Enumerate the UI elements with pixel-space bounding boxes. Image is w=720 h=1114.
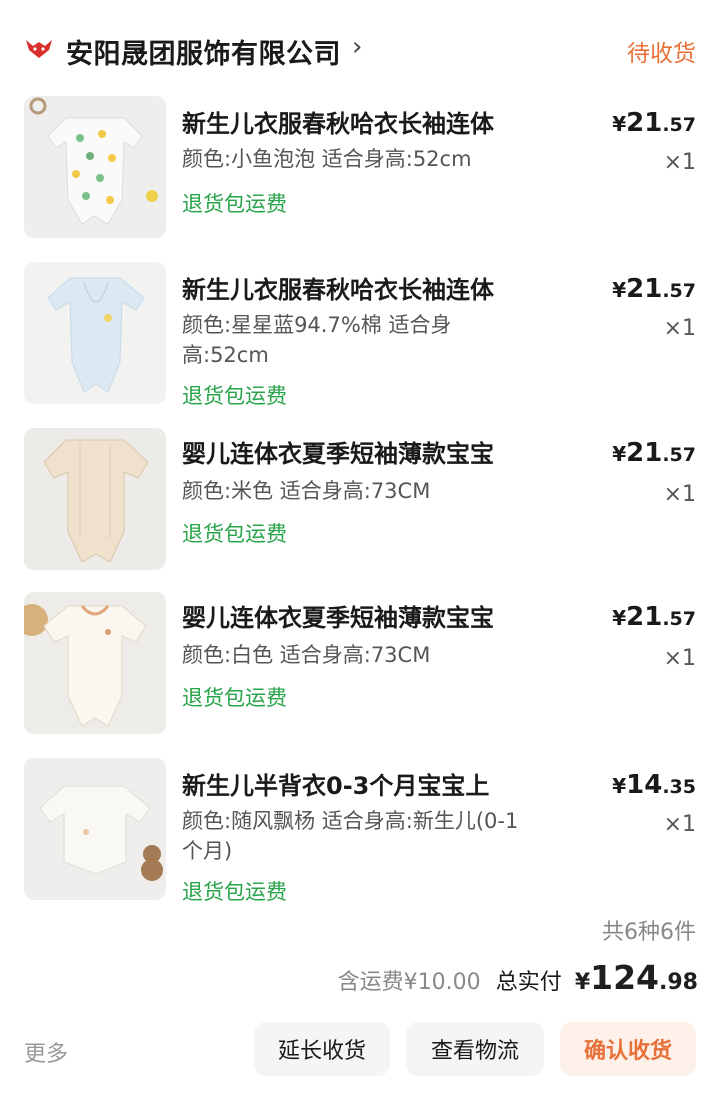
payment-summary: 含运费¥10.00 总实付 ¥124.98 [338,958,698,997]
product-image[interactable] [24,592,166,734]
shop-logo-icon [26,40,52,58]
item-price: ¥21.57 [612,602,696,632]
more-button[interactable]: 更多 [24,1036,68,1068]
total-currency: ¥ [574,970,591,995]
item-title: 婴儿连体衣夏季短袖薄款宝宝 [182,604,494,632]
return-shipping-badge: 退货包运费 [182,880,287,904]
total-label: 总实付 [495,970,562,995]
view-logistics-button[interactable]: 查看物流 [406,1022,544,1076]
order-item[interactable]: 婴儿连体衣夏季短袖薄款宝宝 颜色:米色 适合身高:73CM 退货包运费 ¥21.… [0,428,720,570]
item-quantity: ×1 [663,812,696,837]
item-spec: 颜色:星星蓝94.7%棉 适合身高:52cm [182,313,452,367]
order-status: 待收货 [627,41,696,67]
total-amount-int: 124 [590,958,660,997]
item-title: 婴儿连体衣夏季短袖薄款宝宝 [182,440,494,468]
item-price: ¥21.57 [612,438,696,468]
total-amount-dec: .98 [659,970,698,995]
item-price: ¥21.57 [612,274,696,304]
order-header: 安阳晟团服饰有限公司 › 待收货 [0,22,720,82]
chevron-right-icon[interactable]: › [352,32,362,62]
item-count: 共6种6件 [602,920,696,945]
item-title: 新生儿衣服春秋哈衣长袖连体 [182,276,494,304]
confirm-receipt-button[interactable]: 确认收货 [560,1022,696,1076]
return-shipping-badge: 退货包运费 [182,384,287,408]
item-spec: 颜色:随风飘杨 适合身高:新生儿(0-1个月) [182,809,519,863]
product-image[interactable] [24,758,166,900]
return-shipping-badge: 退货包运费 [182,192,287,216]
item-price: ¥21.57 [612,108,696,138]
item-quantity: ×1 [663,482,696,507]
item-quantity: ×1 [663,316,696,341]
order-item[interactable]: 新生儿衣服春秋哈衣长袖连体 颜色:星星蓝94.7%棉 适合身高:52cm 退货包… [0,262,720,408]
item-quantity: ×1 [663,150,696,175]
product-image[interactable] [24,428,166,570]
product-image[interactable] [24,262,166,404]
shipping-fee: 含运费¥10.00 [337,970,481,995]
return-shipping-badge: 退货包运费 [182,686,287,710]
order-item[interactable]: 婴儿连体衣夏季短袖薄款宝宝 颜色:白色 适合身高:73CM 退货包运费 ¥21.… [0,592,720,734]
order-item[interactable]: 新生儿衣服春秋哈衣长袖连体 颜色:小鱼泡泡 适合身高:52cm 退货包运费 ¥2… [0,96,720,238]
shop-name[interactable]: 安阳晟团服饰有限公司 [66,32,341,71]
extend-receipt-button[interactable]: 延长收货 [254,1022,390,1076]
item-quantity: ×1 [663,646,696,671]
item-spec: 颜色:白色 适合身高:73CM [182,643,431,667]
item-price: ¥14.35 [612,770,696,800]
item-spec: 颜色:米色 适合身高:73CM [182,479,431,503]
order-item[interactable]: 新生儿半背衣0-3个月宝宝上 颜色:随风飘杨 适合身高:新生儿(0-1个月) 退… [0,758,720,904]
return-shipping-badge: 退货包运费 [182,522,287,546]
item-title: 新生儿半背衣0-3个月宝宝上 [182,772,490,800]
item-title: 新生儿衣服春秋哈衣长袖连体 [182,110,494,138]
product-image[interactable] [24,96,166,238]
item-spec: 颜色:小鱼泡泡 适合身高:52cm [182,147,472,171]
